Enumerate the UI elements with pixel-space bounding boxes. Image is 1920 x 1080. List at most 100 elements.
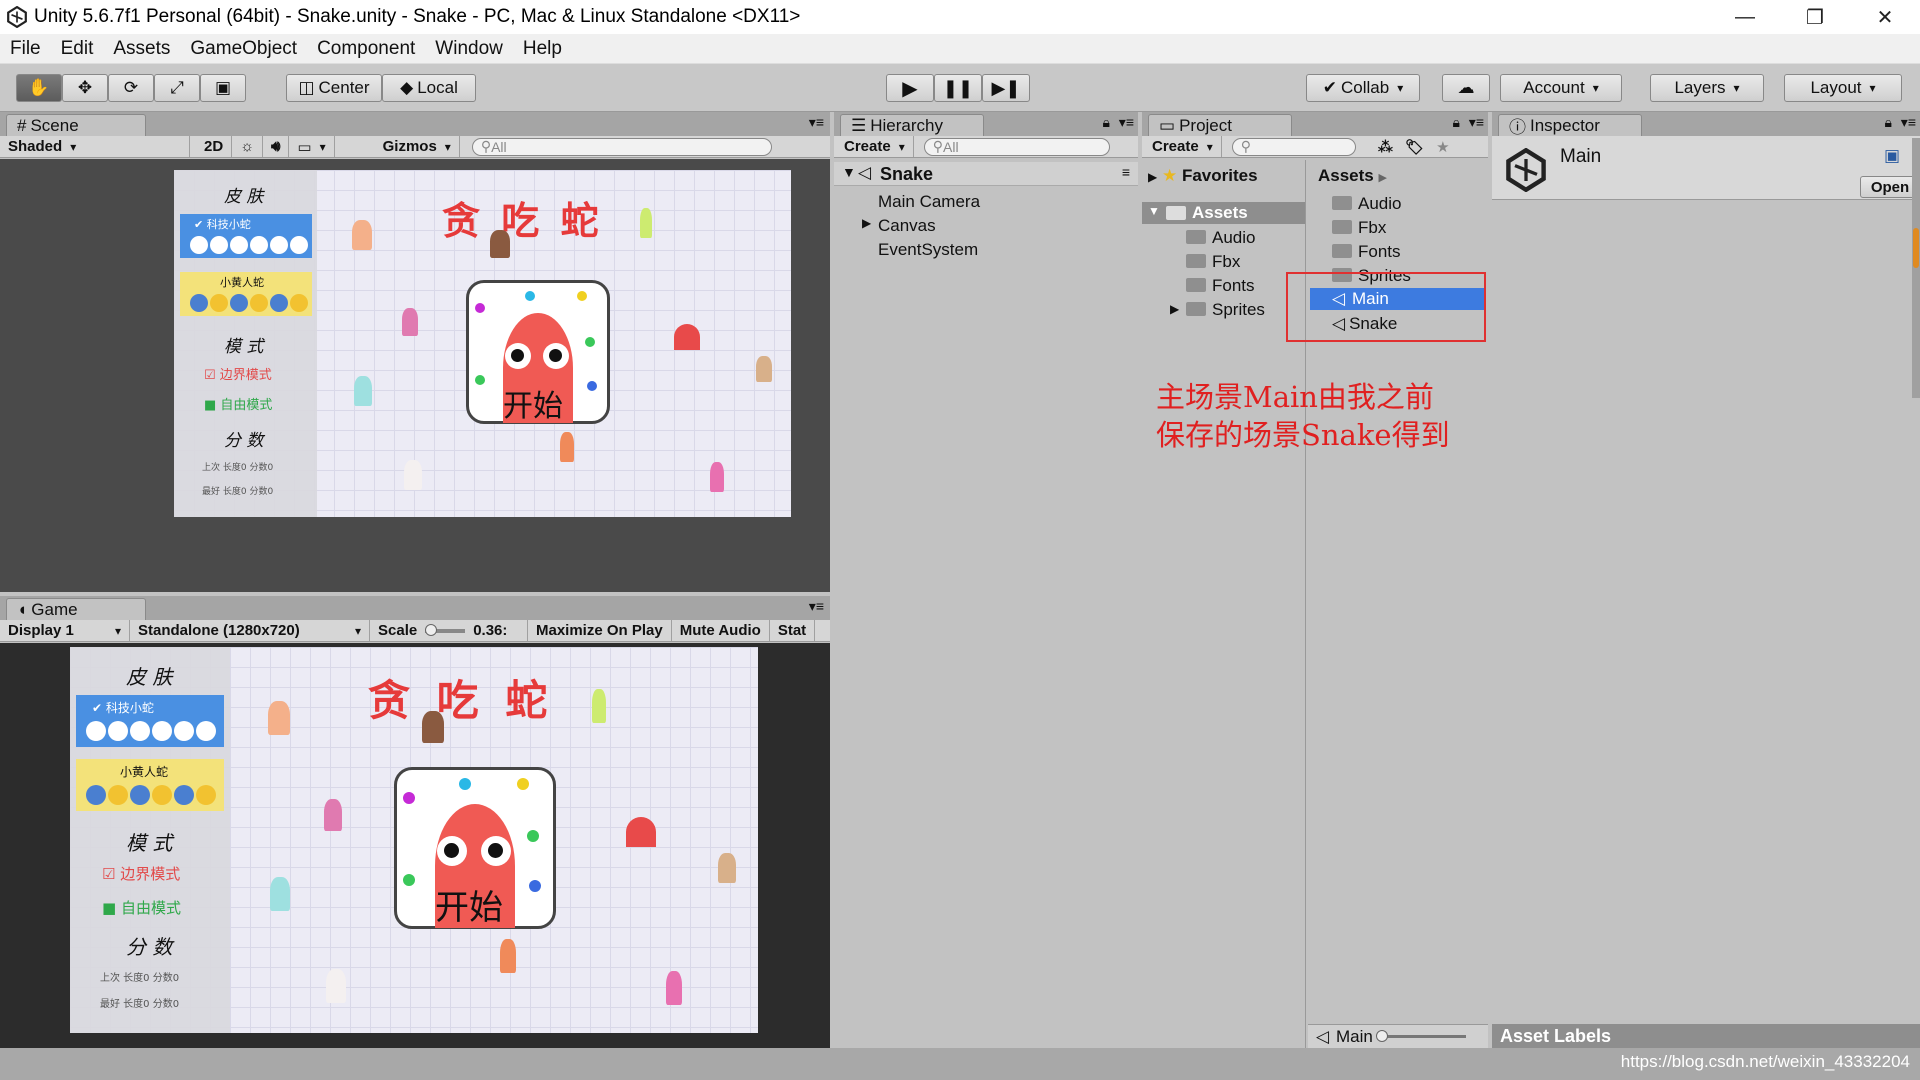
asset-folder-audio[interactable]: Audio bbox=[1332, 194, 1401, 214]
audio-toggle[interactable]: 🔊︎ bbox=[263, 136, 290, 157]
skin2-card[interactable]: 小黄人蛇 bbox=[76, 759, 224, 811]
tree-folder-fbx[interactable]: Fbx bbox=[1186, 252, 1240, 272]
tab-project[interactable]: ▭ Project bbox=[1148, 114, 1292, 136]
restore-button[interactable]: ❐ bbox=[1780, 0, 1850, 34]
dot-icon bbox=[527, 830, 539, 842]
pause-button[interactable]: ❚❚ bbox=[934, 74, 982, 102]
slider-thumb[interactable] bbox=[425, 623, 438, 636]
menu-gameobject[interactable]: GameObject bbox=[180, 38, 307, 60]
tab-hierarchy[interactable]: ☰ Hierarchy bbox=[840, 114, 984, 136]
asset-folder-fbx[interactable]: Fbx bbox=[1332, 218, 1386, 238]
breadcrumb[interactable]: Assets ▶ bbox=[1318, 166, 1387, 186]
lock-icon[interactable]: 🔒︎ bbox=[1453, 114, 1460, 131]
rotate-tool-button[interactable]: ⟳ bbox=[108, 74, 154, 102]
menu-assets[interactable]: Assets bbox=[103, 38, 180, 60]
panel-menu-icon[interactable]: ▾≡ bbox=[1901, 114, 1916, 131]
lighting-toggle[interactable]: ☼ bbox=[232, 136, 263, 157]
menu-edit[interactable]: Edit bbox=[51, 38, 104, 60]
expand-arrow-icon[interactable]: ▶ bbox=[1170, 302, 1179, 316]
expand-arrow-icon[interactable]: ▶ bbox=[862, 216, 871, 230]
filter-label-icon[interactable]: 🏷︎ bbox=[1405, 138, 1424, 156]
layers-dropdown[interactable]: Layers bbox=[1650, 74, 1764, 102]
shading-dropdown[interactable]: Shaded bbox=[0, 136, 190, 157]
expand-arrow-icon[interactable]: ▼ bbox=[1148, 204, 1160, 218]
scale-tool-button[interactable]: ⤢ bbox=[154, 74, 200, 102]
filter-type-icon[interactable]: ⁂ bbox=[1378, 138, 1393, 156]
panel-menu-icon[interactable]: ▾≡ bbox=[809, 114, 824, 131]
panel-menu-icon[interactable]: ▾≡ bbox=[1469, 114, 1484, 131]
mode2-toggle[interactable]: ■ 自由模式 bbox=[204, 394, 272, 413]
open-button[interactable]: Open bbox=[1860, 176, 1920, 198]
menu-window[interactable]: Window bbox=[425, 38, 513, 60]
resolution-label: Standalone (1280x720) bbox=[138, 622, 300, 639]
mode1-toggle[interactable]: ☑ 边界模式 bbox=[204, 364, 272, 383]
start-button[interactable]: 开始 bbox=[466, 280, 610, 424]
play-button[interactable]: ▶ bbox=[886, 74, 934, 102]
project-create-button[interactable]: Create bbox=[1142, 136, 1222, 157]
hand-tool-button[interactable]: ✋ bbox=[16, 74, 62, 102]
tab-scene[interactable]: # Scene bbox=[6, 114, 146, 136]
slider-thumb[interactable] bbox=[1376, 1030, 1388, 1042]
menu-help[interactable]: Help bbox=[513, 38, 572, 60]
scene-viewport[interactable]: 皮 肤 ✔ 科技小蛇 小黄人蛇 模 式 ☑ 边界模式 ■ 自由模式 分 数 上次… bbox=[0, 159, 830, 592]
skin1-card[interactable]: ✔ 科技小蛇 bbox=[180, 214, 312, 258]
favorite-star-icon[interactable]: ★ bbox=[1436, 138, 1449, 156]
skin2-card[interactable]: 小黄人蛇 bbox=[180, 272, 312, 316]
panel-menu-icon[interactable]: ▾≡ bbox=[809, 598, 824, 615]
hierarchy-create-button[interactable]: Create bbox=[834, 136, 914, 157]
scale-slider[interactable]: Scale 0.36: bbox=[370, 620, 528, 641]
close-button[interactable]: ✕ bbox=[1850, 0, 1920, 34]
start-button[interactable]: 开始 bbox=[394, 767, 556, 929]
maximize-toggle[interactable]: Maximize On Play bbox=[528, 620, 672, 641]
hierarchy-search-input[interactable]: ⚲ All bbox=[923, 137, 1110, 156]
mode-2d-toggle[interactable]: 2D bbox=[196, 136, 233, 157]
display-dropdown[interactable]: Display 1 bbox=[0, 620, 130, 641]
lock-icon[interactable]: 🔒︎ bbox=[1103, 114, 1110, 131]
menu-component[interactable]: Component bbox=[307, 38, 425, 60]
game-viewport[interactable]: 皮 肤 ✔ 科技小蛇 小黄人蛇 模 式 ☑ 边界模式 ■ 自由模式 分 数 上次… bbox=[0, 643, 830, 1048]
tree-folder-sprites[interactable]: Sprites bbox=[1186, 300, 1265, 320]
menu-file[interactable]: File bbox=[0, 38, 51, 60]
pivot-center-button[interactable]: ◫ Center bbox=[286, 74, 382, 102]
gizmos-dropdown[interactable]: Gizmos bbox=[375, 136, 460, 157]
tab-game[interactable]: ◖ Game bbox=[6, 598, 146, 620]
skin1-card[interactable]: ✔ 科技小蛇 bbox=[76, 695, 224, 747]
minimize-button[interactable]: — bbox=[1710, 0, 1780, 34]
hierarchy-item[interactable]: Canvas bbox=[878, 216, 936, 236]
asset-folder-fonts[interactable]: Fonts bbox=[1332, 242, 1401, 262]
project-search-input[interactable]: ⚲ bbox=[1231, 137, 1356, 156]
rect-tool-button[interactable]: ▣ bbox=[200, 74, 246, 102]
panel-menu-icon[interactable]: ≡ bbox=[1122, 164, 1130, 180]
mode1-toggle[interactable]: ☑ 边界模式 bbox=[102, 863, 180, 884]
inspector-scrollbar[interactable] bbox=[1912, 138, 1920, 398]
scrollbar-thumb[interactable] bbox=[1913, 228, 1919, 268]
zoom-slider[interactable] bbox=[1376, 1030, 1466, 1042]
scene-root-row[interactable]: ▼ ◁ Snake ≡ bbox=[834, 162, 1138, 186]
resolution-dropdown[interactable]: Standalone (1280x720) bbox=[130, 620, 370, 641]
effects-dropdown[interactable]: ▭ bbox=[289, 136, 335, 157]
expand-arrow-icon[interactable]: ▶ bbox=[1148, 170, 1157, 184]
favorites-row[interactable]: ▶ ★ Favorites bbox=[1148, 166, 1258, 186]
collab-button[interactable]: ✔ Collab bbox=[1306, 74, 1420, 102]
pupil-icon bbox=[549, 349, 562, 362]
lock-icon[interactable]: 🔒︎ bbox=[1885, 114, 1892, 131]
hierarchy-item[interactable]: EventSystem bbox=[878, 240, 978, 260]
cloud-button[interactable]: ☁ bbox=[1442, 74, 1490, 102]
assets-tree-row[interactable]: ▼ Assets bbox=[1142, 202, 1305, 224]
pivot-local-button[interactable]: ◆ Local bbox=[382, 74, 476, 102]
step-button[interactable]: ▶❚ bbox=[982, 74, 1030, 102]
layout-dropdown[interactable]: Layout bbox=[1784, 74, 1902, 102]
mode2-toggle[interactable]: ■ 自由模式 bbox=[102, 897, 181, 918]
tree-folder-audio[interactable]: Audio bbox=[1186, 228, 1255, 248]
panel-menu-icon[interactable]: ▾≡ bbox=[1119, 114, 1134, 131]
account-dropdown[interactable]: Account bbox=[1500, 74, 1622, 102]
move-tool-button[interactable]: ✥ bbox=[62, 74, 108, 102]
tree-folder-fonts[interactable]: Fonts bbox=[1186, 276, 1255, 296]
stats-toggle[interactable]: Stat bbox=[770, 620, 816, 641]
scene-search-input[interactable]: ⚲ All bbox=[471, 137, 772, 156]
expand-arrow-icon[interactable]: ▼ bbox=[842, 164, 856, 180]
tab-inspector[interactable]: ⓘ Inspector bbox=[1498, 114, 1642, 137]
hierarchy-item[interactable]: Main Camera bbox=[878, 192, 980, 212]
mute-toggle[interactable]: Mute Audio bbox=[672, 620, 770, 641]
help-book-icon[interactable]: ▣ bbox=[1884, 146, 1900, 166]
